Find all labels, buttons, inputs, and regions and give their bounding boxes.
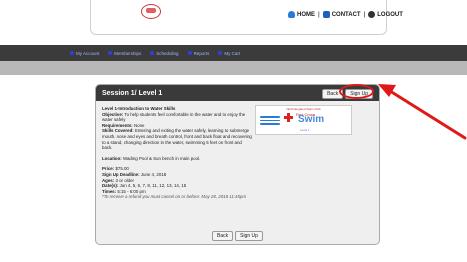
price-value: $75.00 (115, 166, 129, 172)
session-title: Session 1/ Level 1 (102, 89, 163, 97)
location-label: Location: (102, 155, 122, 161)
subnav-band (0, 61, 467, 75)
mail-icon[interactable] (322, 11, 330, 18)
highlight-circle (339, 84, 374, 99)
session-panel: Session 1/ Level 1 Back Sign Up Level 1-… (95, 84, 380, 245)
logout-icon[interactable] (368, 11, 376, 18)
refund-note: *To receive a refund you must cancel on … (102, 194, 246, 200)
objective-label: Objective: (102, 111, 124, 117)
ages-value: 3 or older (115, 177, 134, 183)
nav-label: My Cart (224, 50, 241, 56)
separator: | (318, 11, 320, 18)
nav-item-memberships[interactable]: Memberships (108, 51, 141, 56)
red-cross-icon (284, 113, 293, 122)
price-label: Price: (102, 166, 115, 172)
nav-bullet-icon (150, 51, 155, 55)
dates-label: Date(s): (102, 183, 119, 189)
top-header: HOME | CONTACT | LOGOUT (90, 0, 403, 35)
annotation-arrow-icon (378, 84, 467, 140)
panel-header: Session 1/ Level 1 Back Sign Up (96, 85, 379, 101)
requirements-text: None (133, 122, 145, 128)
sign-up-button-bottom[interactable]: Sign Up (235, 231, 263, 241)
nav-bullet-icon (108, 51, 113, 55)
contact-link[interactable]: CONTACT (332, 12, 361, 18)
dates-value: Jun 4, 5, 6, 7, 8, 11, 12, 13, 14, 15 (119, 183, 187, 189)
bottom-actions: Back Sign Up (96, 231, 379, 241)
nav-bullet-icon (218, 51, 223, 55)
back-button-bottom[interactable]: Back (212, 231, 234, 241)
logout-link[interactable]: LOGOUT (377, 12, 403, 18)
home-icon[interactable] (288, 11, 295, 18)
red-cross-swim-logo: North England Swim Club Red Cross Swim L… (255, 105, 352, 135)
times-label: Times: (102, 188, 117, 194)
main-nav: My Account Memberships Scheduling Report… (0, 45, 467, 61)
skills-label: Skills Covered: (102, 128, 134, 134)
logo-level-text: Level 1 (300, 128, 310, 132)
requirements-label: Requirements: (102, 122, 133, 128)
times-value: 5:15 - 6:00 pm (117, 188, 146, 194)
top-links: HOME | CONTACT | LOGOUT (288, 11, 403, 18)
deadline-label: Sign Up Deadline: (102, 171, 140, 177)
nav-item-reports[interactable]: Reports (187, 50, 210, 56)
objective-text: To help students feel comfortable in the… (102, 111, 246, 123)
nav-label: Reports (193, 50, 210, 56)
home-link[interactable]: HOME (297, 12, 315, 18)
logo-swim-text: Swim (298, 114, 325, 125)
ages-label: Ages: (102, 177, 115, 183)
deadline-value: June 4, 2018 (140, 171, 167, 177)
nav-item-scheduling[interactable]: Scheduling (150, 50, 179, 56)
nav-bullet-icon (187, 51, 192, 55)
location-text: Wading Pool & Sun bench in main pool. (123, 155, 201, 161)
session-description: Level 1-Introduction to Water Skills Obj… (102, 106, 252, 151)
water-waves-icon (260, 116, 280, 126)
nav-label: Memberships (114, 50, 142, 56)
session-details: Level 1-Introduction to Water Skills Obj… (96, 101, 379, 200)
club-logo-icon[interactable] (141, 4, 161, 19)
nav-item-my-cart[interactable]: My Cart (218, 51, 240, 56)
nav-item-my-account[interactable]: My Account (70, 51, 99, 56)
nav-label: My Account (76, 50, 100, 56)
nav-bullet-icon (70, 51, 74, 55)
nav-label: Scheduling (156, 50, 179, 56)
separator: | (363, 11, 366, 18)
